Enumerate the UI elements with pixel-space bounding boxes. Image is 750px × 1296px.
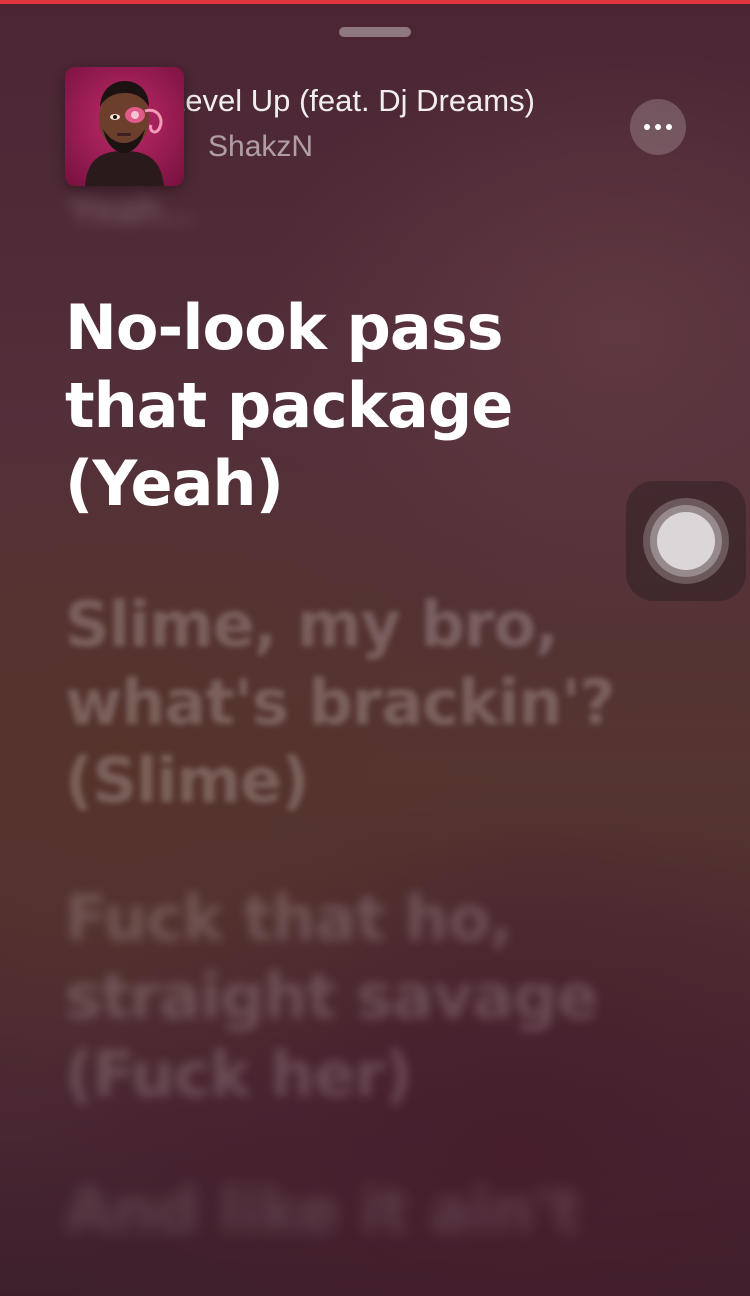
upcoming-lyric-line[interactable]: Slime, my bro, what's brackin'? (Slime) — [65, 586, 625, 820]
previous-lyric-line[interactable]: Yeah... — [68, 188, 195, 233]
track-artist[interactable]: ShakzN — [208, 130, 313, 164]
lyrics-screen: Level Up (feat. Dj Dreams) ShakzN Yeah..… — [0, 0, 750, 1296]
top-accent-bar — [0, 0, 750, 4]
upcoming-lyric-line[interactable]: Fuck that ho, straight savage (Fuck her) — [65, 880, 625, 1114]
album-artwork-image — [65, 67, 184, 186]
more-options-button[interactable] — [630, 99, 686, 155]
ellipsis-icon — [644, 124, 672, 130]
active-lyric-line[interactable]: No-look pass that package (Yeah) — [65, 289, 625, 523]
assistive-touch-button[interactable] — [626, 481, 746, 601]
album-artwork[interactable] — [65, 67, 184, 186]
track-title[interactable]: Level Up (feat. Dj Dreams) — [168, 83, 578, 119]
upcoming-lyric-line[interactable]: And like it ain't — [65, 1172, 625, 1250]
assistive-touch-icon — [643, 498, 729, 584]
sheet-grabber[interactable] — [339, 27, 411, 37]
